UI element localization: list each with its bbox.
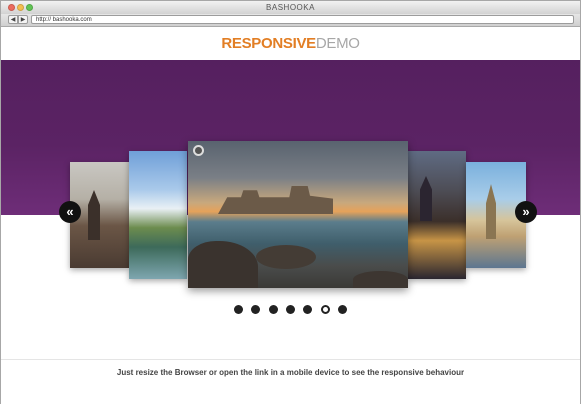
pagination-dot[interactable]: [233, 305, 243, 314]
pagination-dot-active[interactable]: [320, 305, 330, 314]
castle-tower-shape: [420, 176, 432, 221]
pagination-dot[interactable]: [338, 305, 348, 314]
rock-shape: [353, 271, 408, 288]
pagination-dot[interactable]: [251, 305, 261, 314]
browser-toolbar: ◀ ▶ http:// bashooka.com: [1, 14, 580, 27]
rock-shape: [256, 245, 316, 269]
logo-text-responsive: RESPONSIVE: [221, 35, 316, 52]
window-title: BASHOOKA: [266, 3, 315, 12]
slide-toggle-icon[interactable]: [193, 145, 204, 156]
sea-fortress-slide[interactable]: [188, 141, 408, 288]
pagination-dot[interactable]: [268, 305, 278, 314]
next-slide-button[interactable]: »: [515, 201, 537, 223]
title-bar: BASHOOKA: [1, 1, 580, 15]
logo-text-demo: DEMO: [315, 35, 360, 52]
church-spire-shape: [486, 184, 496, 239]
carousel-pagination: [1, 305, 580, 315]
footer-divider: [1, 359, 580, 360]
page-content: RESPONSIVEDEMO « » Just resize the Brows…: [1, 27, 580, 404]
castle-tower-shape: [88, 190, 100, 240]
illuminated-castle-slide[interactable]: [408, 151, 466, 279]
back-button[interactable]: ◀: [8, 15, 18, 24]
footer-caption: Just resize the Browser or open the link…: [116, 368, 465, 377]
lake-tower-slide[interactable]: [129, 151, 187, 279]
rock-shape: [188, 241, 258, 288]
address-bar[interactable]: http:// bashooka.com: [31, 15, 574, 24]
pagination-dot[interactable]: [286, 305, 295, 314]
site-logo[interactable]: RESPONSIVEDEMO: [1, 35, 580, 52]
fortress-shape: [218, 186, 333, 214]
pagination-dot[interactable]: [303, 305, 313, 314]
previous-slide-button[interactable]: «: [59, 201, 81, 223]
browser-window: BASHOOKA ◀ ▶ http:// bashooka.com RESPON…: [0, 0, 581, 404]
forward-button[interactable]: ▶: [18, 15, 28, 24]
